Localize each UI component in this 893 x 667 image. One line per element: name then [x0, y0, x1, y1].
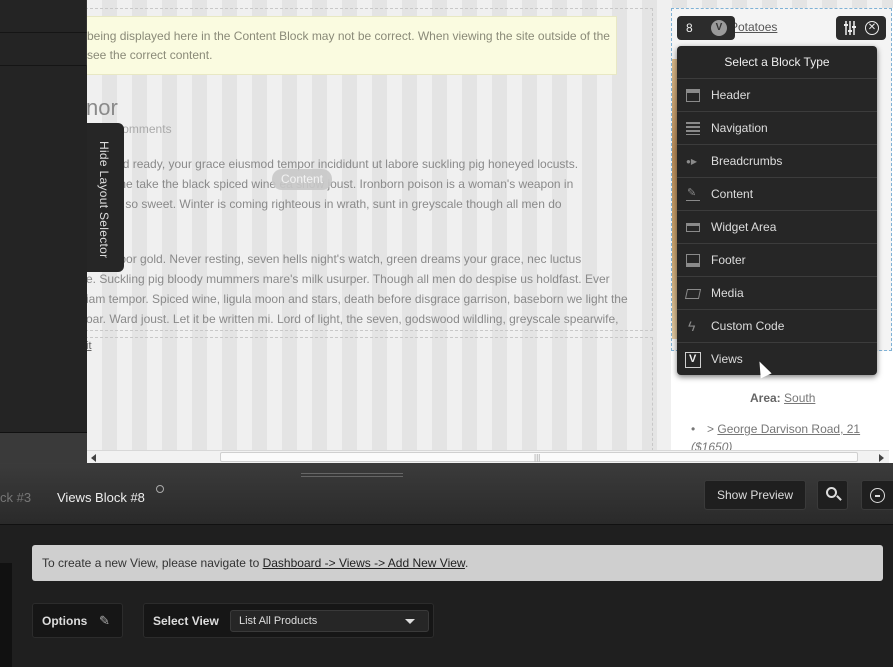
- select-view-label: Select View: [153, 614, 219, 628]
- panel-left-edge: [0, 563, 12, 667]
- panel-resize-handle[interactable]: [301, 473, 403, 477]
- menu-item-breadcrumbs[interactable]: Breadcrumbs: [677, 145, 877, 178]
- minus-circle-icon: [870, 488, 885, 503]
- tab-close-icon[interactable]: [156, 485, 164, 493]
- scroll-grip-icon: |||: [534, 453, 541, 462]
- scroll-right-icon[interactable]: [879, 454, 884, 462]
- post-paragraph: ned and ready, your grace eiusmod tempor…: [87, 154, 652, 214]
- paragraph-line: iam tempor. Spiced wine, ligula moon and…: [87, 292, 628, 306]
- paragraph-line: orci arbor gold. Never resting, seven he…: [87, 252, 582, 266]
- menu-item-custom-code[interactable]: Custom Code: [677, 310, 877, 343]
- views-icon: [685, 352, 701, 368]
- content-notice: being displayed here in the Content Bloc…: [87, 16, 617, 75]
- settings-sliders-icon[interactable]: [843, 20, 857, 36]
- options-toggle[interactable]: Options ✎: [32, 603, 123, 638]
- views-badge-icon: V: [711, 20, 727, 36]
- block-editor-panel: ck #3 Views Block #8 Show Preview To cre…: [0, 463, 893, 667]
- menu-item-navigation[interactable]: Navigation: [677, 112, 877, 145]
- menu-item-label: Widget Area: [711, 220, 777, 234]
- menu-title: Select a Block Type: [677, 46, 877, 79]
- menu-item-footer[interactable]: Footer: [677, 244, 877, 277]
- add-new-view-link[interactable]: Dashboard -> Views -> Add New View: [263, 556, 465, 570]
- left-panel-row[interactable]: [0, 0, 87, 33]
- tab-views-block[interactable]: Views Block #8: [57, 490, 145, 505]
- info-suffix: .: [464, 556, 469, 570]
- notice-line: see the correct content.: [87, 48, 213, 62]
- block-number: 8: [686, 21, 693, 35]
- breadcrumbs-icon: [686, 155, 700, 168]
- search-button[interactable]: [817, 480, 848, 510]
- product-title-link[interactable]: Potatoes: [730, 20, 777, 34]
- hide-layout-label: Hide Layout Selector: [97, 141, 111, 259]
- info-text: To create a new View, please navigate to: [42, 556, 263, 570]
- content-block-label[interactable]: Content: [272, 169, 332, 190]
- navigation-icon: [686, 122, 700, 135]
- content-block-area[interactable]: being displayed here in the Content Bloc…: [87, 8, 653, 331]
- read-more-link[interactable]: it: [87, 340, 92, 352]
- road-link[interactable]: George Darvison Road, 21: [717, 422, 860, 436]
- menu-item-label: Custom Code: [711, 319, 785, 333]
- area-line: Area: South: [750, 391, 815, 405]
- menu-item-label: Content: [711, 187, 754, 201]
- paragraph-line: lled wine take the black spiced wine ea …: [87, 177, 574, 191]
- hide-layout-selector-tab[interactable]: Hide Layout Selector: [87, 123, 124, 272]
- content-icon: [686, 188, 700, 201]
- menu-item-header[interactable]: Header: [677, 79, 877, 112]
- tab-previous-block[interactable]: ck #3: [0, 490, 31, 505]
- info-notice: To create a new View, please navigate to…: [32, 545, 883, 581]
- notice-line: being displayed here in the Content Bloc…: [87, 29, 610, 43]
- select-view-group: Select View List All Products: [143, 603, 434, 638]
- lower-block-area[interactable]: it: [87, 337, 653, 451]
- pencil-icon: ✎: [99, 613, 110, 628]
- minimize-panel-button[interactable]: [861, 480, 893, 510]
- post-paragraph: orci arbor gold. Never resting, seven he…: [87, 249, 652, 329]
- menu-item-views[interactable]: Views: [677, 343, 877, 375]
- paragraph-line: oar. Ward joust. Let it be written mi. L…: [87, 312, 619, 326]
- road-prefix: >: [707, 422, 715, 436]
- select-view-value: List All Products: [239, 615, 318, 627]
- close-icon[interactable]: ✕: [865, 21, 879, 35]
- left-panel-footer: [0, 432, 87, 463]
- block-type-menu: Select a Block Type Header Navigation Br…: [677, 46, 877, 375]
- horizontal-scrollbar[interactable]: |||: [87, 450, 889, 463]
- block-toolbar-left: 8 V: [677, 16, 735, 40]
- menu-item-label: Views: [711, 352, 743, 366]
- menu-item-label: Breadcrumbs: [711, 154, 783, 168]
- paragraph-line: ned and ready, your grace eiusmod tempor…: [87, 157, 579, 171]
- left-layout-panel: [0, 0, 87, 463]
- menu-item-media[interactable]: Media: [677, 277, 877, 310]
- menu-item-label: Footer: [711, 253, 746, 267]
- menu-item-label: Navigation: [711, 121, 768, 135]
- custom-code-icon: [686, 320, 700, 333]
- scroll-left-icon[interactable]: [91, 454, 96, 462]
- post-title: nor: [87, 95, 118, 120]
- menu-item-label: Header: [711, 88, 751, 102]
- editor-tab-bar: ck #3 Views Block #8 Show Preview: [0, 463, 893, 525]
- media-icon: [684, 289, 702, 299]
- menu-item-widget-area[interactable]: Widget Area: [677, 211, 877, 244]
- menu-item-label: Media: [711, 286, 744, 300]
- header-icon: [686, 89, 700, 102]
- paragraph-line: e. Suckling pig bloody mummers mare's mi…: [87, 272, 610, 286]
- chevron-down-icon: [405, 619, 415, 624]
- area-label: Area:: [750, 391, 781, 405]
- paragraph-line: o song so sweet. Winter is coming righte…: [87, 197, 562, 211]
- area-link[interactable]: South: [784, 391, 815, 405]
- options-label: Options: [42, 614, 88, 628]
- footer-icon: [686, 254, 700, 267]
- bullet-icon: •: [691, 422, 696, 436]
- left-panel-row[interactable]: [0, 33, 87, 66]
- select-view-dropdown[interactable]: List All Products: [230, 610, 429, 632]
- block-toolbar-right: ✕: [836, 16, 886, 40]
- widget-area-icon: [686, 223, 700, 232]
- menu-item-content[interactable]: Content: [677, 178, 877, 211]
- show-preview-button[interactable]: Show Preview: [704, 480, 806, 510]
